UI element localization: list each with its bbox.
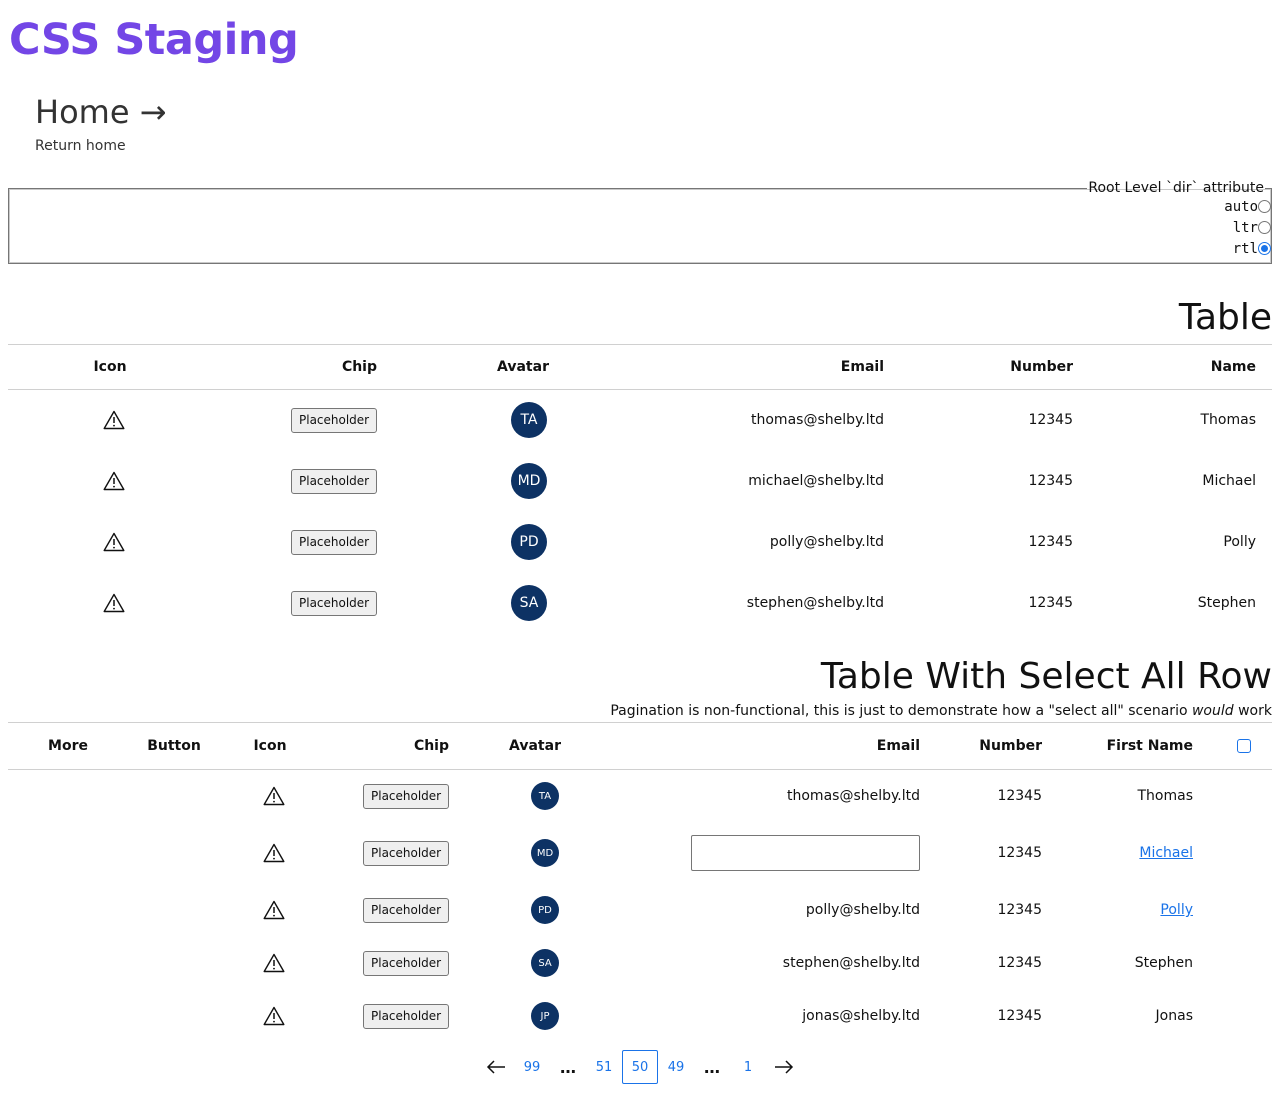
avatar: SA <box>511 585 547 621</box>
column-header-number: Number <box>979 738 1042 754</box>
name-cell: Polly <box>1223 534 1256 550</box>
dir-option-ltr[interactable]: ltr <box>15 217 1271 238</box>
warning-icon <box>263 786 285 806</box>
column-header-chip: Chip <box>341 359 377 375</box>
chip-button[interactable]: Placeholder <box>363 841 449 866</box>
column-header-first-name: First Name <box>1106 738 1193 754</box>
radio-rtl[interactable] <box>1258 242 1271 255</box>
select-all-checkbox[interactable] <box>1237 739 1251 753</box>
column-header-chip: Chip <box>413 738 449 754</box>
dir-attribute-legend: Root Level `dir` attribute <box>1088 180 1264 196</box>
pagination-page-1[interactable]: 1 <box>730 1050 766 1084</box>
number-cell: 12345 <box>997 955 1042 971</box>
warning-icon <box>263 900 285 920</box>
radio-ltr[interactable] <box>1258 221 1271 234</box>
dir-option-rtl[interactable]: rtl <box>15 238 1271 259</box>
chip-button[interactable]: Placeholder <box>363 898 449 923</box>
column-header-icon: Icon <box>253 738 287 754</box>
table-header-rule <box>8 389 1272 390</box>
page-title[interactable]: Home → <box>35 92 166 132</box>
avatar: SA <box>531 949 559 977</box>
pagination-page-51[interactable]: 51 <box>586 1050 622 1084</box>
email-cell: michael@shelby.ltd <box>748 473 884 489</box>
name-cell: Stephen <box>1197 595 1256 611</box>
table-select-all-title: Table With Select All Row <box>820 656 1272 697</box>
radio-label-rtl[interactable]: rtl <box>1233 241 1258 257</box>
avatar: PD <box>531 896 559 924</box>
breadcrumb-subtitle: Return home <box>35 138 126 154</box>
email-cell: thomas@shelby.ltd <box>787 788 920 804</box>
table-top-rule <box>8 344 1272 345</box>
avatar: TA <box>511 402 547 438</box>
column-header-number: Number <box>1010 359 1073 375</box>
column-header-email: Email <box>840 359 884 375</box>
radio-label-auto[interactable]: auto <box>1224 199 1258 215</box>
email-cell: stephen@shelby.ltd <box>746 595 884 611</box>
chip-button[interactable]: Placeholder <box>363 951 449 976</box>
number-cell: 12345 <box>997 788 1042 804</box>
number-cell: 12345 <box>997 845 1042 861</box>
warning-icon <box>103 593 125 613</box>
arrow-right-icon[interactable] <box>766 1050 802 1084</box>
pagination-page-49[interactable]: 49 <box>658 1050 694 1084</box>
number-cell: 12345 <box>1028 534 1073 550</box>
email-edit-input[interactable] <box>691 835 920 871</box>
table2-header-rule <box>8 769 1272 770</box>
warning-icon <box>103 410 125 430</box>
number-cell: 12345 <box>997 902 1042 918</box>
column-header-avatar: Avatar <box>497 359 549 375</box>
table-select-all-description: Pagination is non-functional, this is ju… <box>610 703 1272 719</box>
pagination-ellipsis: … <box>704 1057 720 1077</box>
radio-label-ltr[interactable]: ltr <box>1233 220 1258 236</box>
column-header-more: More <box>48 738 88 754</box>
number-cell: 12345 <box>1028 473 1073 489</box>
number-cell: 12345 <box>1028 595 1073 611</box>
email-cell: stephen@shelby.ltd <box>782 955 920 971</box>
warning-icon <box>103 532 125 552</box>
chip-button[interactable]: Placeholder <box>291 591 377 616</box>
column-header-email: Email <box>876 738 920 754</box>
name-cell: Thomas <box>1200 412 1256 428</box>
warning-icon <box>103 471 125 491</box>
name-cell: Stephen <box>1134 955 1193 971</box>
site-title: CSS Staging <box>9 15 299 65</box>
email-cell: jonas@shelby.ltd <box>802 1008 920 1024</box>
avatar: MD <box>511 463 547 499</box>
email-cell: polly@shelby.ltd <box>769 534 884 550</box>
name-cell: Jonas <box>1155 1008 1193 1024</box>
pagination-page-99[interactable]: 99 <box>514 1050 550 1084</box>
chip-button[interactable]: Placeholder <box>291 408 377 433</box>
column-header-icon: Icon <box>93 359 127 375</box>
email-cell: polly@shelby.ltd <box>805 902 920 918</box>
chip-button[interactable]: Placeholder <box>363 784 449 809</box>
warning-icon <box>263 953 285 973</box>
avatar: TA <box>531 782 559 810</box>
radio-auto[interactable] <box>1258 200 1271 213</box>
column-header-avatar: Avatar <box>509 738 561 754</box>
chip-button[interactable]: Placeholder <box>291 530 377 555</box>
chip-button[interactable]: Placeholder <box>291 469 377 494</box>
table2-top-rule <box>8 722 1272 723</box>
name-link[interactable]: Polly <box>1160 901 1193 919</box>
name-cell: Thomas <box>1137 788 1193 804</box>
arrow-left-icon[interactable] <box>478 1050 514 1084</box>
warning-icon <box>263 843 285 863</box>
column-header-name: Name <box>1210 359 1256 375</box>
pagination-ellipsis: … <box>560 1057 576 1077</box>
warning-icon <box>263 1006 285 1026</box>
dir-attribute-fieldset: Root Level `dir` attribute auto ltr rtl <box>8 180 1272 264</box>
table-title: Table <box>1178 297 1272 338</box>
email-cell: thomas@shelby.ltd <box>751 412 884 428</box>
column-header-button: Button <box>147 738 201 754</box>
name-cell: Michael <box>1202 473 1256 489</box>
avatar: PD <box>511 524 547 560</box>
number-cell: 12345 <box>997 1008 1042 1024</box>
pagination-current-page[interactable]: 50 <box>622 1050 658 1084</box>
dir-option-auto[interactable]: auto <box>15 196 1271 217</box>
avatar: JP <box>531 1002 559 1030</box>
name-link[interactable]: Michael <box>1139 844 1193 862</box>
number-cell: 12345 <box>1028 412 1073 428</box>
chip-button[interactable]: Placeholder <box>363 1004 449 1029</box>
avatar: MD <box>531 839 559 867</box>
